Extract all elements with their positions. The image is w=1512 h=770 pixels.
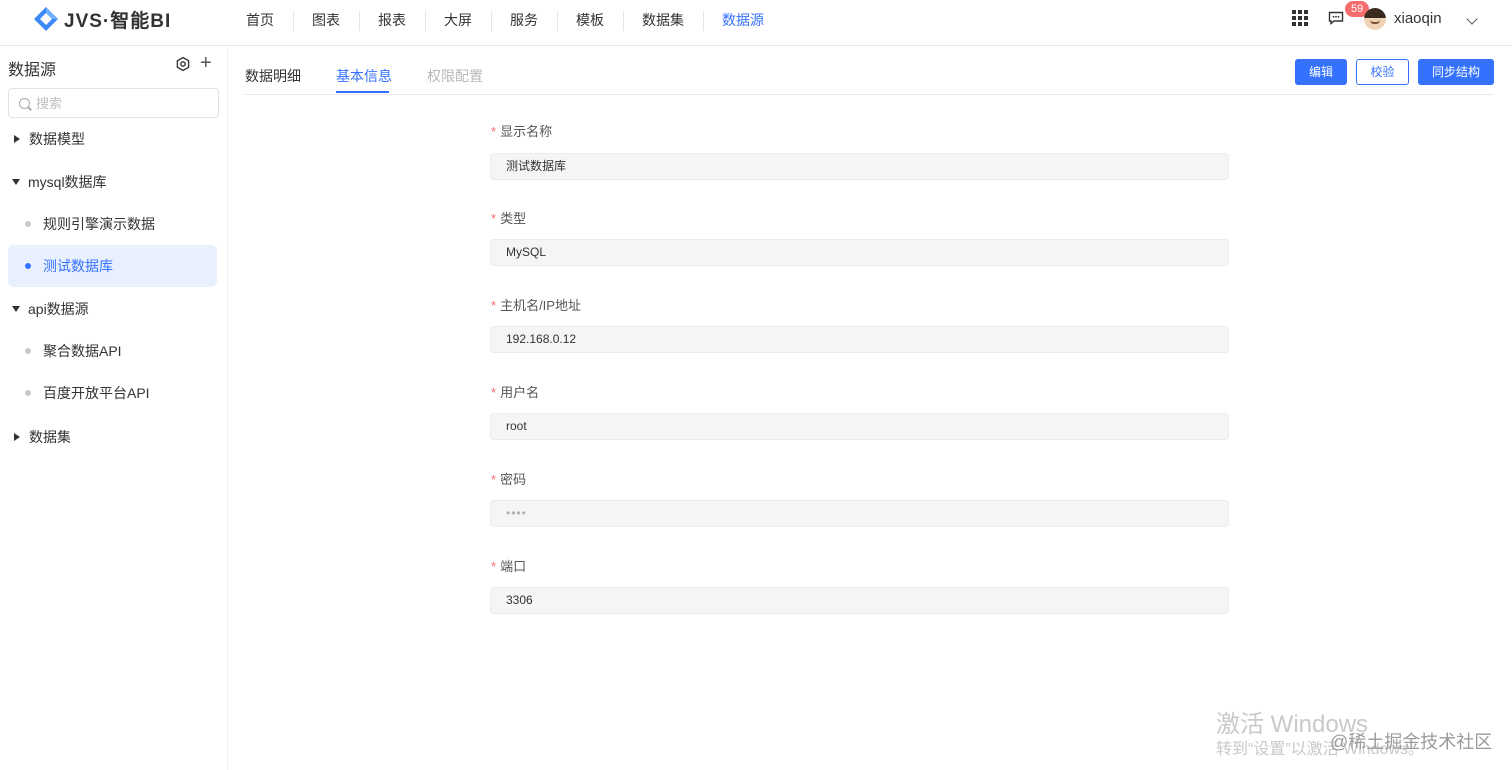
tab-data-detail[interactable]: 数据明细 bbox=[245, 66, 301, 86]
tree-leaf-aggregate-api[interactable]: 聚合数据API bbox=[8, 330, 217, 372]
nav-item-templates[interactable]: 模板 bbox=[557, 0, 623, 40]
avatar[interactable] bbox=[1364, 8, 1386, 30]
nav-item-services[interactable]: 服务 bbox=[491, 0, 557, 40]
dot-icon bbox=[25, 221, 31, 227]
tree-leaf-label: 百度开放平台API bbox=[43, 385, 150, 401]
field-label-password: * 密码 bbox=[491, 472, 527, 487]
tree-leaf-test-database[interactable]: 测试数据库 bbox=[8, 245, 217, 287]
nav-item-datasources[interactable]: 数据源 bbox=[703, 0, 783, 40]
field-label-host: * 主机名/IP地址 bbox=[491, 298, 581, 313]
logo-text: JVS·智能BI bbox=[64, 10, 172, 32]
tree-group-label: mysql数据库 bbox=[28, 174, 107, 190]
sidebar: 数据源 + 数据模型 mysql数据库 规则引擎演示数据 测试数据库 api数据… bbox=[0, 47, 228, 770]
caret-down-icon bbox=[12, 179, 20, 185]
caret-down-icon bbox=[12, 306, 20, 312]
caret-right-icon bbox=[14, 135, 20, 143]
apps-grid-icon[interactable] bbox=[1292, 10, 1308, 26]
tree-group-dataset[interactable]: 数据集 bbox=[8, 416, 218, 458]
tab-basic-info[interactable]: 基本信息 bbox=[336, 66, 392, 86]
chevron-down-icon[interactable] bbox=[1466, 13, 1478, 25]
tree-group-mysql[interactable]: mysql数据库 bbox=[8, 161, 218, 203]
nav-item-reports[interactable]: 报表 bbox=[359, 0, 425, 40]
tree-group-data-model[interactable]: 数据模型 bbox=[8, 118, 218, 160]
app-logo[interactable]: JVS·智能BI bbox=[32, 5, 171, 33]
tab-permissions[interactable]: 权限配置 bbox=[427, 66, 483, 86]
field-label-display-name: * 显示名称 bbox=[491, 124, 553, 139]
password-field[interactable]: •••• bbox=[490, 500, 1229, 527]
dot-icon bbox=[25, 348, 31, 354]
sidebar-title: 数据源 bbox=[8, 62, 57, 79]
tree-leaf-label: 测试数据库 bbox=[43, 258, 113, 274]
add-icon[interactable]: + bbox=[200, 53, 212, 73]
port-field[interactable]: 3306 bbox=[490, 587, 1229, 614]
field-label-port: * 端口 bbox=[491, 559, 527, 574]
tree-group-label: api数据源 bbox=[28, 301, 89, 317]
active-tab-indicator bbox=[336, 91, 389, 93]
search-input[interactable] bbox=[36, 94, 211, 112]
tree-leaf-baidu-api[interactable]: 百度开放平台API bbox=[8, 372, 217, 414]
host-field[interactable]: 192.168.0.12 bbox=[490, 326, 1229, 353]
tree-group-label: 数据集 bbox=[29, 429, 71, 445]
logo-icon bbox=[34, 7, 58, 31]
user-area: 59 xiaoqin bbox=[1292, 0, 1512, 40]
dot-icon bbox=[25, 263, 31, 269]
search-box bbox=[8, 88, 219, 118]
search-icon bbox=[19, 98, 30, 109]
field-label-username: * 用户名 bbox=[491, 385, 540, 400]
message-icon[interactable] bbox=[1328, 11, 1344, 25]
display-name-field[interactable]: 测试数据库 bbox=[490, 153, 1229, 180]
sync-structure-button[interactable]: 同步结构 bbox=[1418, 59, 1494, 85]
nav-item-home[interactable]: 首页 bbox=[227, 0, 293, 40]
nav-item-datasets[interactable]: 数据集 bbox=[623, 0, 703, 40]
tree-group-label: 数据模型 bbox=[29, 131, 85, 147]
main-nav: 首页 图表 报表 大屏 服务 模板 数据集 数据源 bbox=[227, 0, 783, 40]
tree-leaf-label: 规则引擎演示数据 bbox=[43, 216, 155, 232]
type-field[interactable]: MySQL bbox=[490, 239, 1229, 266]
dot-icon bbox=[25, 390, 31, 396]
tree-leaf-label: 聚合数据API bbox=[43, 343, 122, 359]
username-field[interactable]: root bbox=[490, 413, 1229, 440]
edit-button[interactable]: 编辑 bbox=[1295, 59, 1347, 85]
nav-item-bigscreen[interactable]: 大屏 bbox=[425, 0, 491, 40]
field-label-type: * 类型 bbox=[491, 211, 527, 226]
verify-button[interactable]: 校验 bbox=[1356, 59, 1409, 85]
tree-group-api[interactable]: api数据源 bbox=[8, 288, 218, 330]
tree-leaf-rule-engine-demo[interactable]: 规则引擎演示数据 bbox=[8, 203, 217, 245]
settings-icon[interactable] bbox=[175, 56, 191, 72]
nav-item-charts[interactable]: 图表 bbox=[293, 0, 359, 40]
top-navbar: JVS·智能BI 首页 图表 报表 大屏 服务 模板 数据集 数据源 59 xi… bbox=[0, 0, 1512, 46]
caret-right-icon bbox=[14, 433, 20, 441]
username[interactable]: xiaoqin bbox=[1394, 10, 1442, 27]
community-credit: @稀土掘金技术社区 bbox=[1330, 732, 1493, 752]
